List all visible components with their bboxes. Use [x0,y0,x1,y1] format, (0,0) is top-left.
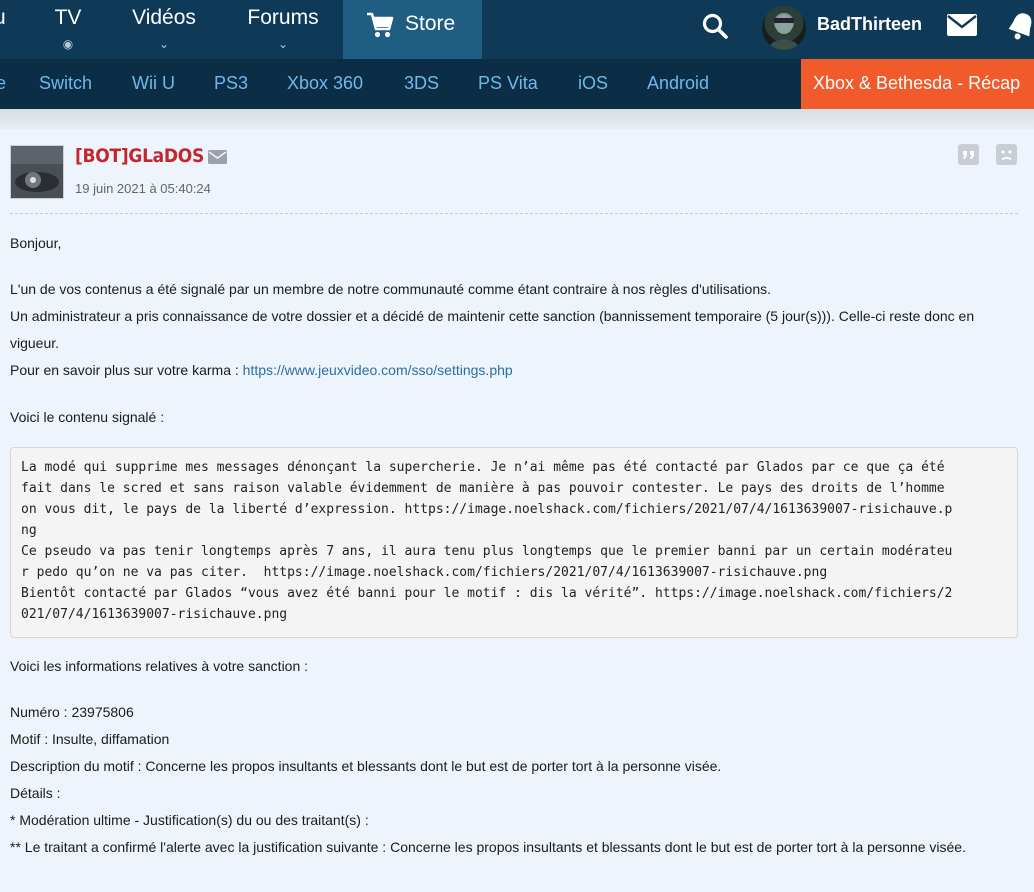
platform-item-wiiu[interactable]: Wii U [132,73,175,94]
envelope-icon[interactable] [208,150,227,169]
nav-item-clipped[interactable]: u [0,0,14,59]
avatar[interactable] [762,6,806,50]
platform-item-android[interactable]: Android [647,73,709,94]
nav-item-tv[interactable]: TV ◉ [50,0,86,59]
greeting: Bonjour, [10,235,62,251]
username[interactable]: BadThirteen [817,14,922,35]
nav-store-label: Store [405,12,456,35]
message-body: Bonjour, L'un de vos contenus a été sign… [10,230,1020,431]
sanction-intro: Voici les informations relatives à votre… [10,658,309,674]
search-icon[interactable] [700,11,730,46]
sanction-description: Description du motif : Concerne les prop… [10,758,722,774]
karma-prefix: Pour en savoir plus sur votre karma : [10,362,243,378]
platform-item-ps3[interactable]: PS3 [214,73,248,94]
nav-item-store[interactable]: Store [343,0,482,59]
chevron-down-icon: ⌄ [158,37,170,51]
promo-label: Xbox & Bethesda - Récap [813,73,1021,93]
quote-icon[interactable] [958,144,979,170]
platform-item-clipped[interactable]: e [0,73,6,94]
platform-item-3ds[interactable]: 3DS [404,73,439,94]
promo-banner[interactable]: Xbox & Bethesda - Récap [801,59,1034,109]
author-name[interactable]: [BOT]GLaDOS [75,145,204,167]
platform-item-switch[interactable]: Switch [39,73,92,94]
sanction-info: Voici les informations relatives à votre… [10,653,1020,861]
karma-link[interactable]: https://www.jeuxvideo.com/sso/settings.p… [243,362,513,378]
report-icon[interactable] [996,144,1017,170]
author-avatar[interactable] [10,145,64,199]
bell-icon[interactable] [1006,10,1034,49]
live-dot-icon: ◉ [62,37,74,51]
chevron-down-icon: ⌄ [277,37,289,51]
top-nav: u TV ◉ Vidéos ⌄ Forums ⌄ Store [0,0,1034,59]
sanction-number: Numéro : 23975806 [10,704,134,720]
karma-line: Pour en savoir plus sur votre karma : ht… [10,357,1020,384]
platform-item-ios[interactable]: iOS [578,73,608,94]
nav-tv-label: TV [54,6,82,29]
platform-item-psvita[interactable]: PS Vita [478,73,538,94]
sanction-details: Détails : [10,785,61,801]
cart-icon [365,10,395,46]
mail-icon[interactable] [946,13,978,42]
nav-shadow [0,109,1034,129]
reported-intro: Voici le contenu signalé : [10,409,165,425]
sanction-detail-2: ** Le traitant a confirmé l'alerte avec … [10,839,966,855]
sanction-motif: Motif : Insulte, diffamation [10,731,170,747]
platform-item-xbox360[interactable]: Xbox 360 [287,73,363,94]
nav-item-forums[interactable]: Forums ⌄ [240,0,326,59]
nav-videos-label: Vidéos [132,6,196,29]
nav-forums-label: Forums [247,6,319,29]
body-line: Un administrateur a pris connaissance de… [10,308,975,351]
message-date: 19 juin 2021 à 05:40:24 [75,181,211,196]
body-line: L'un de vos contenus a été signalé par u… [10,281,771,297]
nav-item-videos[interactable]: Vidéos ⌄ [126,0,202,59]
reported-content-box: La modé qui supprime mes messages dénonç… [10,447,1018,638]
sanction-detail-1: * Modération ultime - Justification(s) d… [10,812,369,828]
nav-clipped-label: u [0,6,14,30]
message-divider [10,213,1018,214]
